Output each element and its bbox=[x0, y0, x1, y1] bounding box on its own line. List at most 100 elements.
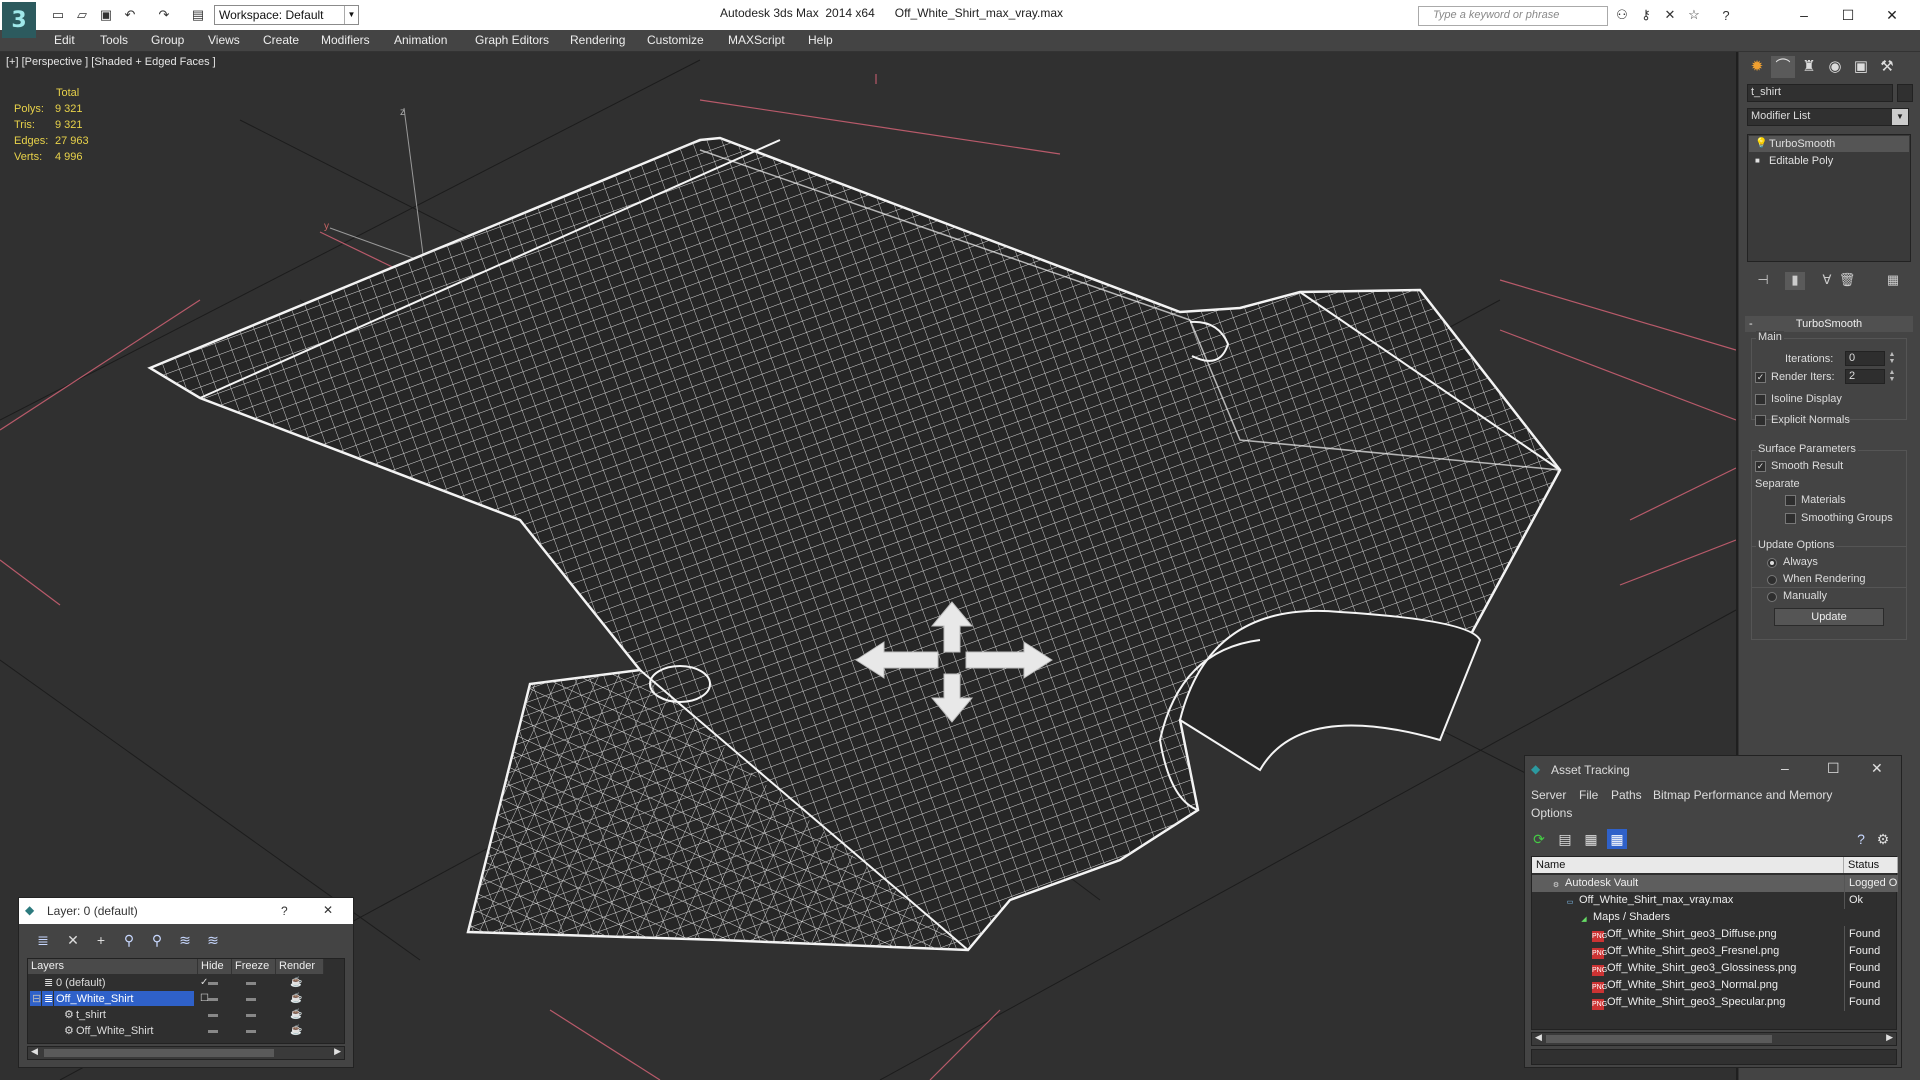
settings-icon[interactable]: ⚙ bbox=[1873, 829, 1893, 849]
close-button[interactable]: ✕ bbox=[323, 903, 333, 917]
menu-modifiers[interactable]: Modifiers bbox=[321, 33, 370, 47]
col-layers[interactable]: Layers bbox=[28, 959, 198, 974]
project-folder-icon[interactable]: ▤ bbox=[190, 7, 206, 23]
menu-options[interactable]: Options bbox=[1531, 806, 1572, 820]
list-view-icon[interactable]: ▤ bbox=[1555, 829, 1575, 849]
freeze-toggle[interactable]: ▬ bbox=[246, 1023, 256, 1039]
layer-row[interactable]: ⚙ Off_White_Shirt ▬ ▬ ☕ bbox=[28, 1023, 346, 1039]
show-end-result-icon[interactable]: ▮ bbox=[1785, 272, 1805, 290]
workspace-dropdown[interactable]: Workspace: Default ▼ bbox=[214, 5, 359, 25]
minimize-button[interactable]: – bbox=[1784, 4, 1824, 26]
select-objects-icon[interactable]: ⚲ bbox=[119, 930, 139, 950]
freeze-toggle[interactable]: ▬ bbox=[246, 975, 256, 991]
menu-edit[interactable]: Edit bbox=[54, 33, 75, 47]
table-view-icon[interactable]: ▦ bbox=[1607, 829, 1627, 849]
hide-toggle[interactable]: ▬ bbox=[208, 991, 218, 1007]
asset-horizontal-scrollbar[interactable]: ◀ ▶ bbox=[1531, 1032, 1897, 1046]
render-toggle-icon[interactable]: ☕ bbox=[290, 1007, 302, 1023]
menu-bitmap-performance[interactable]: Bitmap Performance and Memory bbox=[1653, 788, 1832, 802]
delete-layer-icon[interactable]: ✕ bbox=[63, 930, 83, 950]
highlight-layer-icon[interactable]: ⚲ bbox=[147, 930, 167, 950]
render-iters-checkbox[interactable]: ✓ bbox=[1755, 372, 1766, 383]
hide-toggle[interactable]: ▬ bbox=[208, 975, 218, 991]
col-hide[interactable]: Hide bbox=[198, 959, 232, 974]
layer-horizontal-scrollbar[interactable]: ◀ ▶ bbox=[27, 1046, 345, 1060]
new-file-icon[interactable]: ▭ bbox=[50, 7, 66, 23]
layer-row[interactable]: ⊟ ≣ Off_White_Shirt ☐ ▬ ▬ ☕ bbox=[28, 991, 346, 1007]
col-freeze[interactable]: Freeze bbox=[232, 959, 276, 974]
asset-row[interactable]: PNGOff_White_Shirt_geo3_Glossiness.png F… bbox=[1532, 960, 1898, 977]
asset-tracking-titlebar[interactable]: ◆ Asset Tracking – ☐ ✕ bbox=[1525, 756, 1901, 784]
maximize-button[interactable]: ☐ bbox=[1827, 760, 1840, 777]
minimize-button[interactable]: – bbox=[1781, 760, 1789, 776]
menu-graph-editors[interactable]: Graph Editors bbox=[475, 33, 549, 47]
smoothing-groups-checkbox[interactable] bbox=[1785, 513, 1796, 524]
spinner-arrows-icon[interactable]: ▲ ▼ bbox=[1887, 351, 1897, 366]
asset-row[interactable]: ◢ Maps / Shaders bbox=[1532, 909, 1898, 926]
scrollbar-thumb[interactable] bbox=[1546, 1035, 1772, 1043]
menu-animation[interactable]: Animation bbox=[394, 33, 447, 47]
pin-stack-icon[interactable]: ⊣ bbox=[1753, 272, 1773, 290]
exchange-icon[interactable]: ✕ bbox=[1662, 7, 1678, 23]
star-icon[interactable]: ☆ bbox=[1686, 7, 1702, 23]
asset-row[interactable]: PNGOff_White_Shirt_geo3_Diffuse.png Foun… bbox=[1532, 926, 1898, 943]
scroll-left-icon[interactable]: ◀ bbox=[1535, 1032, 1542, 1043]
menu-create[interactable]: Create bbox=[263, 33, 299, 47]
isoline-display-checkbox[interactable] bbox=[1755, 394, 1766, 405]
expand-plus-icon[interactable]: ■ bbox=[1755, 153, 1760, 169]
close-button[interactable]: ✕ bbox=[1872, 4, 1912, 26]
binoculars-icon[interactable]: ⚇ bbox=[1614, 7, 1630, 23]
menu-tools[interactable]: Tools bbox=[100, 33, 128, 47]
maximize-button[interactable]: ☐ bbox=[1828, 4, 1868, 26]
thumbnail-view-icon[interactable]: ▦ bbox=[1581, 829, 1601, 849]
always-radio[interactable] bbox=[1767, 558, 1777, 568]
save-icon[interactable]: ▣ bbox=[98, 7, 114, 23]
hierarchy-tab-icon[interactable]: ♜ bbox=[1797, 56, 1821, 78]
search-input[interactable]: Type a keyword or phrase bbox=[1418, 6, 1608, 26]
render-toggle-icon[interactable]: ☕ bbox=[290, 975, 302, 991]
open-file-icon[interactable]: ▱ bbox=[74, 7, 90, 23]
make-unique-icon[interactable]: ∀ bbox=[1817, 272, 1837, 290]
menu-paths[interactable]: Paths bbox=[1611, 788, 1642, 802]
scroll-right-icon[interactable]: ▶ bbox=[334, 1046, 341, 1057]
freeze-all-layers-icon[interactable]: ≋ bbox=[203, 930, 223, 950]
col-render[interactable]: Render bbox=[276, 959, 324, 974]
col-name[interactable]: Name bbox=[1532, 857, 1844, 873]
add-layer-icon[interactable]: + bbox=[91, 930, 111, 950]
freeze-toggle[interactable]: ▬ bbox=[246, 1007, 256, 1023]
menu-help[interactable]: Help bbox=[808, 33, 833, 47]
redo-icon[interactable]: ↷ bbox=[156, 7, 172, 23]
motion-tab-icon[interactable]: ◉ bbox=[1823, 56, 1847, 78]
modifier-list-dropdown[interactable]: Modifier List ▼ bbox=[1747, 108, 1909, 126]
viewport-label-menu[interactable]: [+] [Perspective ] [Shaded + Edged Faces… bbox=[6, 56, 216, 68]
scroll-right-icon[interactable]: ▶ bbox=[1886, 1032, 1893, 1043]
display-tab-icon[interactable]: ▣ bbox=[1849, 56, 1873, 78]
remove-modifier-icon[interactable]: 🗑 bbox=[1837, 272, 1857, 290]
hide-toggle[interactable]: ▬ bbox=[208, 1007, 218, 1023]
explicit-normals-checkbox[interactable] bbox=[1755, 415, 1766, 426]
turbosmooth-rollout-header[interactable]: - TurboSmooth bbox=[1745, 316, 1913, 332]
when-rendering-radio[interactable] bbox=[1767, 575, 1777, 585]
asset-row[interactable]: ▭ Off_White_Shirt_max_vray.max Ok bbox=[1532, 892, 1898, 909]
refresh-icon[interactable]: ⟳ bbox=[1529, 829, 1549, 849]
help-icon[interactable]: ? bbox=[1718, 7, 1734, 23]
scrollbar-thumb[interactable] bbox=[44, 1049, 274, 1057]
spinner-arrows-icon[interactable]: ▲ ▼ bbox=[1887, 369, 1897, 384]
configure-modifier-sets-icon[interactable]: ▦ bbox=[1883, 272, 1903, 290]
help-button[interactable]: ? bbox=[281, 904, 288, 918]
manually-radio[interactable] bbox=[1767, 592, 1777, 602]
scroll-left-icon[interactable]: ◀ bbox=[31, 1046, 38, 1057]
app-menu-button[interactable]: 3 bbox=[2, 2, 36, 38]
menu-customize[interactable]: Customize bbox=[647, 33, 704, 47]
lightbulb-icon[interactable]: 💡 bbox=[1755, 136, 1767, 152]
stack-item-turbosmooth[interactable]: 💡 TurboSmooth bbox=[1749, 136, 1909, 152]
menu-maxscript[interactable]: MAXScript bbox=[728, 33, 785, 47]
help-icon[interactable]: ? bbox=[1851, 829, 1871, 849]
utilities-tab-icon[interactable]: ⚒ bbox=[1875, 56, 1899, 78]
asset-row[interactable]: ⚙ Autodesk Vault Logged O bbox=[1532, 875, 1898, 892]
render-toggle-icon[interactable]: ☕ bbox=[290, 1023, 302, 1039]
asset-row[interactable]: PNGOff_White_Shirt_geo3_Normal.png Found bbox=[1532, 977, 1898, 994]
render-toggle-icon[interactable]: ☕ bbox=[290, 991, 302, 1007]
render-iters-spinner[interactable]: 2 bbox=[1845, 369, 1885, 384]
menu-server[interactable]: Server bbox=[1531, 788, 1566, 802]
